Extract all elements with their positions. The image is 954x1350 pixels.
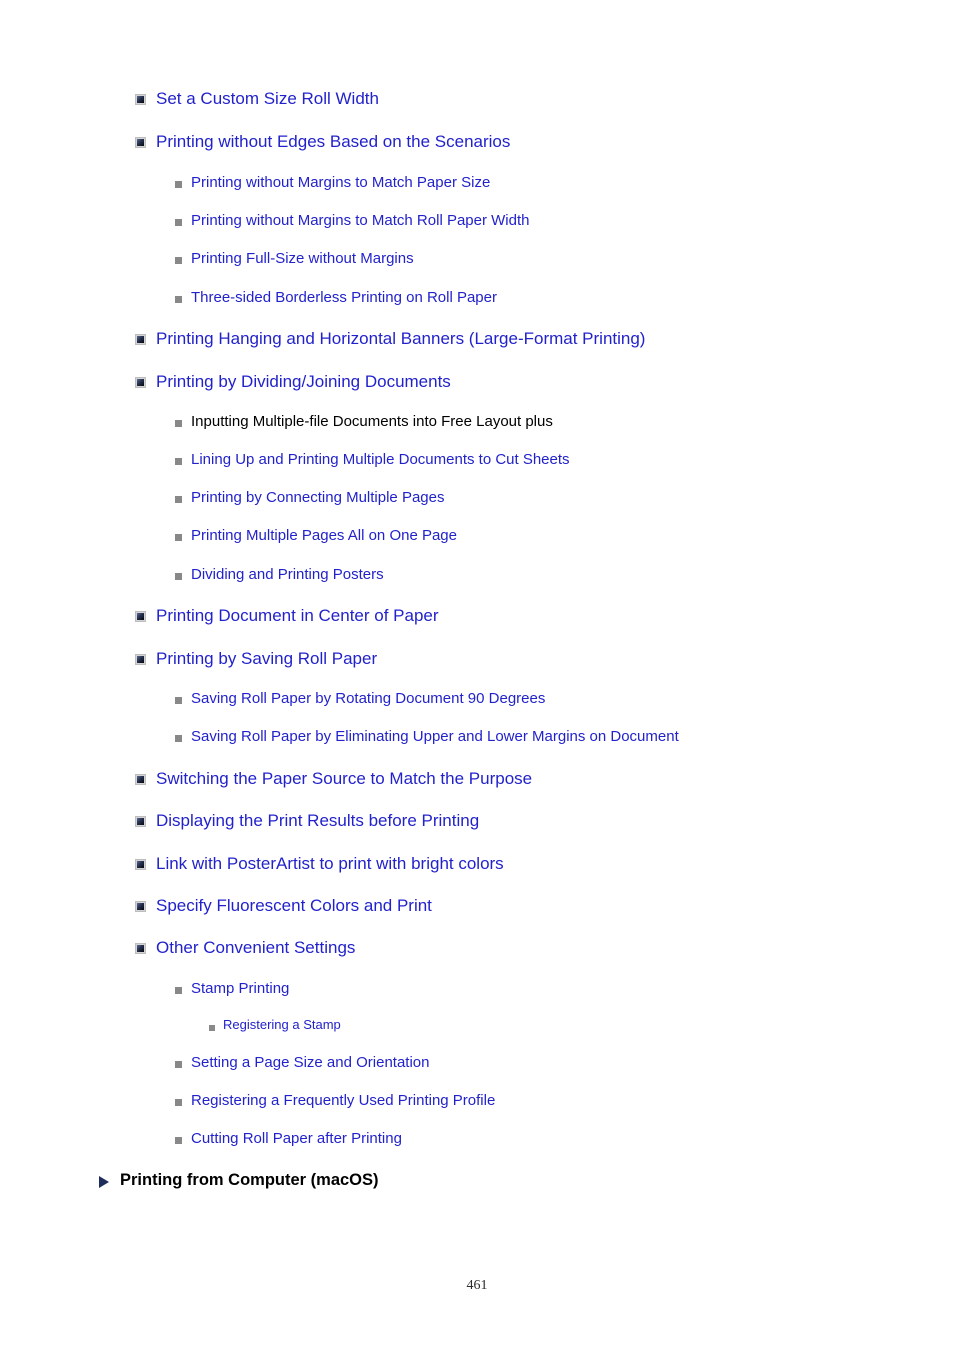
toc-entry[interactable]: Saving Roll Paper by Rotating Document 9… <box>175 690 545 707</box>
toc-link-label[interactable]: Registering a Frequently Used Printing P… <box>191 1092 495 1109</box>
square-gray-icon <box>175 573 182 580</box>
square-navy-icon <box>135 377 146 388</box>
toc-entry[interactable]: Stamp Printing <box>175 980 289 997</box>
toc-entry[interactable]: Other Convenient Settings <box>135 938 355 958</box>
toc-entry[interactable]: Switching the Paper Source to Match the … <box>135 769 532 789</box>
toc-link-label[interactable]: Printing Document in Center of Paper <box>156 606 439 626</box>
toc-entry[interactable]: Set a Custom Size Roll Width <box>135 89 379 109</box>
square-gray-icon <box>175 257 182 264</box>
toc-link-label[interactable]: Printing Hanging and Horizontal Banners … <box>156 329 645 349</box>
toc-entry[interactable]: Printing by Saving Roll Paper <box>135 649 377 669</box>
square-gray-icon <box>175 1099 182 1106</box>
square-navy-icon <box>135 137 146 148</box>
square-navy-icon <box>135 774 146 785</box>
square-gray-icon <box>175 219 182 226</box>
toc-entry[interactable]: Printing by Dividing/Joining Documents <box>135 372 451 392</box>
square-gray-icon <box>175 458 182 465</box>
toc-link-label[interactable]: Cutting Roll Paper after Printing <box>191 1130 402 1147</box>
toc-entry[interactable]: Setting a Page Size and Orientation <box>175 1054 430 1071</box>
square-gray-icon <box>175 1061 182 1068</box>
square-navy-icon <box>135 334 146 345</box>
toc-entry[interactable]: Link with PosterArtist to print with bri… <box>135 854 504 874</box>
document-page: Set a Custom Size Roll Width Printing wit… <box>0 0 954 1350</box>
square-navy-icon <box>135 943 146 954</box>
toc-link-label[interactable]: Specify Fluorescent Colors and Print <box>156 896 432 916</box>
toc-entry[interactable]: Lining Up and Printing Multiple Document… <box>175 451 570 468</box>
toc-section-item: Printing from Computer (macOS) <box>99 1171 379 1190</box>
square-navy-icon <box>135 859 146 870</box>
toc-entry[interactable]: Printing Multiple Pages All on One Page <box>175 527 457 544</box>
square-gray-icon <box>175 496 182 503</box>
square-navy-icon <box>135 654 146 665</box>
toc-link-label[interactable]: Displaying the Print Results before Prin… <box>156 811 479 831</box>
page-number: 461 <box>466 1278 488 1293</box>
toc-link-label[interactable]: Switching the Paper Source to Match the … <box>156 769 532 789</box>
toc-entry[interactable]: Displaying the Print Results before Prin… <box>135 811 479 831</box>
toc-link-label[interactable]: Printing without Margins to Match Roll P… <box>191 212 529 229</box>
toc-link-label[interactable]: Printing Full-Size without Margins <box>191 250 414 267</box>
toc-link-label[interactable]: Dividing and Printing Posters <box>191 566 384 583</box>
square-gray-icon <box>175 181 182 188</box>
toc-link-label[interactable]: Setting a Page Size and Orientation <box>191 1054 430 1071</box>
toc-link-label[interactable]: Stamp Printing <box>191 980 289 997</box>
square-gray-icon <box>175 534 182 541</box>
toc-entry[interactable]: Cutting Roll Paper after Printing <box>175 1130 402 1147</box>
square-navy-icon <box>135 94 146 105</box>
square-gray-icon <box>175 987 182 994</box>
toc-link-label[interactable]: Printing by Dividing/Joining Documents <box>156 372 451 392</box>
toc-entry[interactable]: Printing by Connecting Multiple Pages <box>175 489 444 506</box>
toc-link-label[interactable]: Saving Roll Paper by Rotating Document 9… <box>191 690 545 707</box>
toc-entry[interactable]: Printing without Margins to Match Paper … <box>175 174 490 191</box>
square-gray-icon <box>175 735 182 742</box>
toc-link-label[interactable]: Printing by Connecting Multiple Pages <box>191 489 444 506</box>
toc-link-label[interactable]: Printing Multiple Pages All on One Page <box>191 527 457 544</box>
toc-entry[interactable]: Specify Fluorescent Colors and Print <box>135 896 432 916</box>
toc-entry[interactable]: Printing Full-Size without Margins <box>175 250 414 267</box>
toc-link-label[interactable]: Saving Roll Paper by Eliminating Upper a… <box>191 728 679 745</box>
toc-text-label: Inputting Multiple-file Documents into F… <box>191 413 553 430</box>
toc-link-label[interactable]: Lining Up and Printing Multiple Document… <box>191 451 570 468</box>
toc-entry[interactable]: Dividing and Printing Posters <box>175 566 384 583</box>
toc-link-label[interactable]: Registering a Stamp <box>223 1017 341 1033</box>
square-gray-icon <box>175 420 182 427</box>
toc-entry[interactable]: Three-sided Borderless Printing on Roll … <box>175 289 497 306</box>
square-gray-icon <box>175 296 182 303</box>
toc-link-label[interactable]: Printing without Margins to Match Paper … <box>191 174 490 191</box>
toc-link-label[interactable]: Three-sided Borderless Printing on Roll … <box>191 289 497 306</box>
square-navy-icon <box>135 611 146 622</box>
toc-entry: Inputting Multiple-file Documents into F… <box>175 413 553 430</box>
toc-link-label[interactable]: Printing by Saving Roll Paper <box>156 649 377 669</box>
toc-entry[interactable]: Saving Roll Paper by Eliminating Upper a… <box>175 728 679 745</box>
triangle-right-icon <box>99 1176 109 1188</box>
square-gray-icon <box>175 697 182 704</box>
toc-link-label[interactable]: Printing without Edges Based on the Scen… <box>156 132 510 152</box>
toc-link-label[interactable]: Set a Custom Size Roll Width <box>156 89 379 109</box>
square-gray-icon <box>209 1025 215 1031</box>
square-gray-icon <box>175 1137 182 1144</box>
toc-entry[interactable]: Printing Hanging and Horizontal Banners … <box>135 329 645 349</box>
toc-link-label[interactable]: Link with PosterArtist to print with bri… <box>156 854 504 874</box>
toc-entry[interactable]: Registering a Frequently Used Printing P… <box>175 1092 495 1109</box>
toc-entry[interactable]: Printing without Edges Based on the Scen… <box>135 132 510 152</box>
square-navy-icon <box>135 901 146 912</box>
toc-entry[interactable]: Printing Document in Center of Paper <box>135 606 439 626</box>
square-navy-icon <box>135 816 146 827</box>
toc-entry[interactable]: Printing without Margins to Match Roll P… <box>175 212 529 229</box>
toc-text-label: Printing from Computer (macOS) <box>120 1171 379 1189</box>
toc-link-label[interactable]: Other Convenient Settings <box>156 938 355 958</box>
toc-entry[interactable]: Registering a Stamp <box>209 1017 341 1033</box>
